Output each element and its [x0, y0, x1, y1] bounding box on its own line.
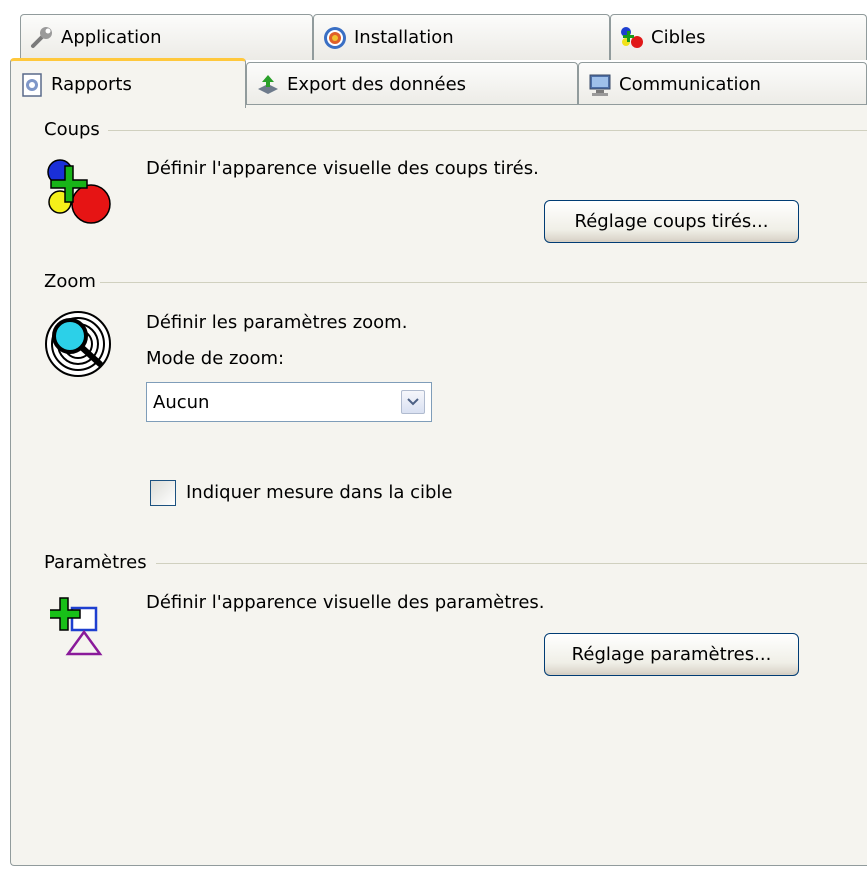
parametres-group-title: Paramètres [44, 552, 151, 573]
zoom-icon [44, 310, 112, 383]
tab-export-label: Export des données [287, 74, 467, 95]
tab-application[interactable]: Application [20, 14, 313, 60]
coups-description: Définir l'apparence visuelle des coups t… [146, 158, 539, 179]
export-icon [255, 72, 281, 98]
tab-rapports-label: Rapports [51, 74, 132, 95]
parameters-icon [47, 594, 110, 661]
wrench-icon [29, 25, 55, 51]
shots-icon [44, 156, 114, 233]
parametres-settings-button[interactable]: Réglage paramètres... [544, 633, 799, 676]
tab-cibles-label: Cibles [651, 27, 706, 48]
targets-icon [619, 25, 645, 51]
tab-export-des-donnees[interactable]: Export des données [246, 62, 578, 106]
parametres-divider [156, 563, 867, 564]
tab-communication[interactable]: Communication [578, 62, 867, 106]
chevron-down-icon[interactable] [401, 390, 425, 414]
parametres-description: Définir l'apparence visuelle des paramèt… [146, 592, 545, 613]
zoom-mode-label: Mode de zoom: [146, 348, 285, 369]
indicate-measure-checkbox[interactable] [150, 480, 176, 506]
coups-group-title: Coups [44, 119, 104, 140]
tab-rapports[interactable]: Rapports [10, 58, 246, 108]
tab-cibles[interactable]: Cibles [610, 14, 867, 60]
computer-icon [587, 72, 613, 98]
tab-application-label: Application [61, 27, 162, 48]
report-icon [19, 72, 45, 98]
target-icon [322, 25, 348, 51]
zoom-mode-select[interactable]: Aucun [146, 382, 432, 422]
zoom-divider [98, 282, 867, 283]
coups-divider [108, 130, 867, 131]
tab-installation-label: Installation [354, 27, 454, 48]
tab-installation[interactable]: Installation [313, 14, 610, 60]
zoom-mode-value: Aucun [153, 391, 210, 413]
indicate-measure-label: Indiquer mesure dans la cible [186, 482, 453, 503]
coups-settings-button[interactable]: Réglage coups tirés... [544, 200, 799, 243]
zoom-group-title: Zoom [44, 271, 100, 292]
zoom-description: Définir les paramètres zoom. [146, 312, 408, 333]
tab-communication-label: Communication [619, 74, 761, 95]
